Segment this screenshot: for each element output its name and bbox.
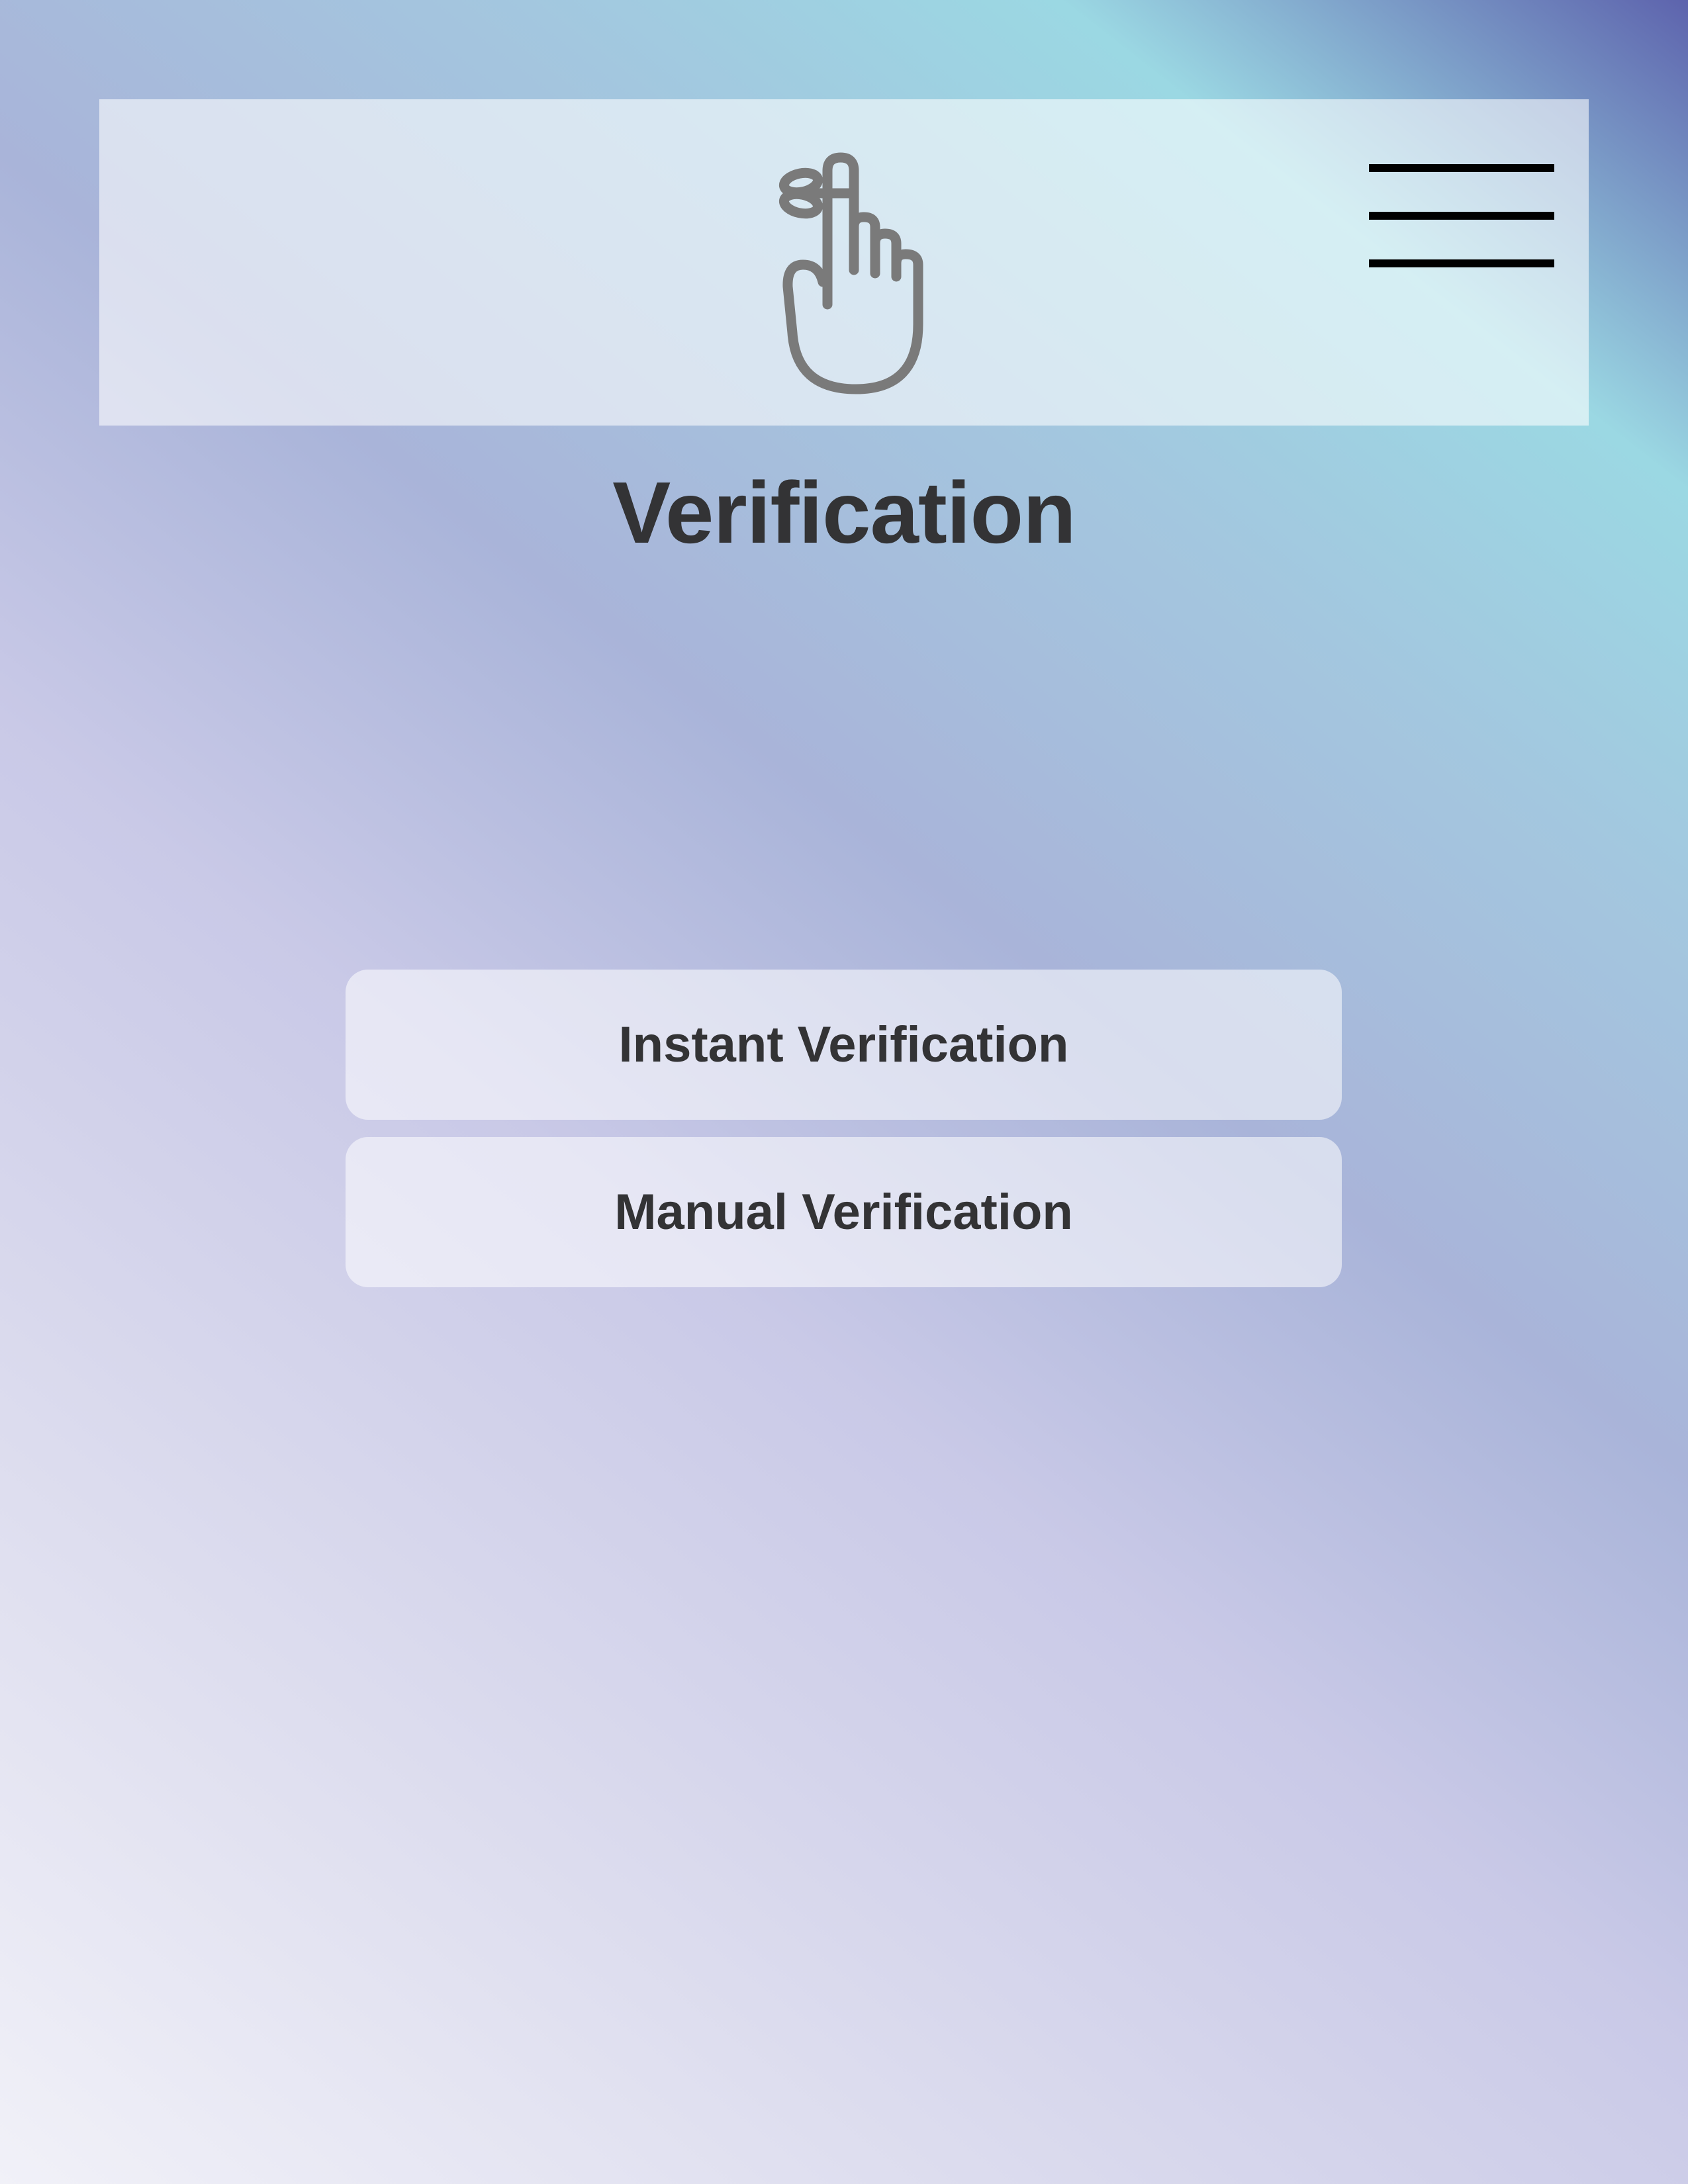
page-title: Verification <box>612 464 1076 561</box>
menu-bar-line <box>1369 259 1554 267</box>
hamburger-menu-icon[interactable] <box>1369 164 1554 270</box>
finger-ribbon-logo-icon <box>771 151 947 399</box>
menu-bar-line <box>1369 212 1554 220</box>
instant-verification-button[interactable]: Instant Verification <box>346 970 1342 1120</box>
menu-bar-line <box>1369 164 1554 172</box>
manual-verification-button[interactable]: Manual Verification <box>346 1137 1342 1287</box>
